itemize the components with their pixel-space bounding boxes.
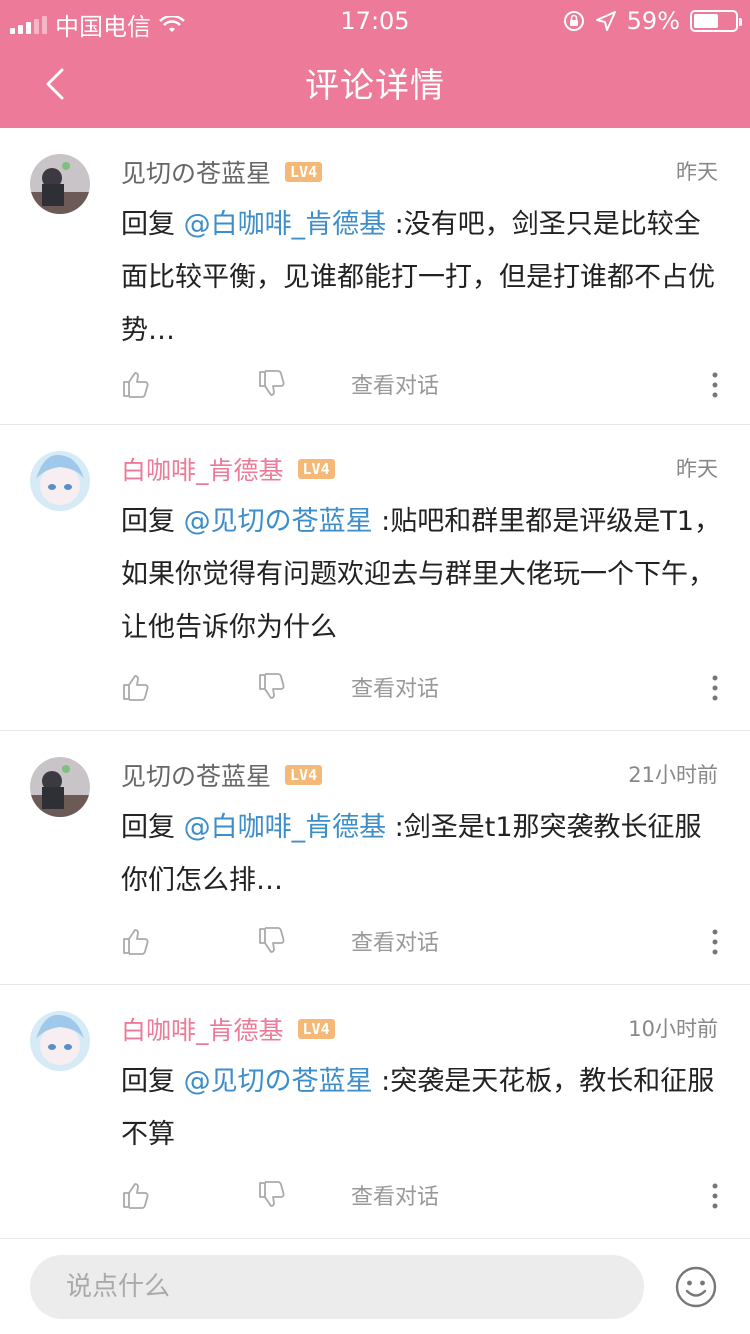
- comment-time: 昨天: [676, 160, 718, 184]
- user-row: 见切の苍蓝星 LV4: [121, 757, 323, 793]
- comment-time: 昨天: [676, 457, 718, 481]
- comment-list: 见切の苍蓝星 LV4 昨天 回复 @白咖啡_肯德基 :没有吧，剑圣只是比较全面比…: [0, 128, 750, 1239]
- view-dialog-button[interactable]: 查看对话: [351, 925, 439, 957]
- level-badge: LV4: [285, 765, 323, 785]
- user-row: 见切の苍蓝星 LV4: [121, 154, 323, 190]
- avatar[interactable]: [30, 757, 90, 817]
- comment-input[interactable]: [30, 1255, 644, 1319]
- comment-time: 21小时前: [628, 763, 718, 787]
- like-icon[interactable]: [121, 1180, 151, 1210]
- reply-prefix: 回复: [121, 1066, 184, 1097]
- comment-item: 白咖啡_肯德基 LV4 10小时前 回复 @见切の苍蓝星 :突袭是天花板，教长和…: [0, 985, 750, 1239]
- avatar[interactable]: [30, 154, 90, 214]
- level-badge: LV4: [297, 1019, 335, 1039]
- battery-icon: [690, 10, 742, 32]
- comment-text: 回复 @见切の苍蓝星 :突袭是天花板，教长和征服不算: [121, 1055, 721, 1161]
- status-bar: 中国电信 17:05 59%: [0, 0, 750, 41]
- comment-text: 回复 @白咖啡_肯德基 :剑圣是t1那突袭教长征服你们怎么排…: [121, 801, 721, 907]
- more-icon[interactable]: [710, 371, 720, 399]
- action-row: 查看对话: [121, 1175, 439, 1215]
- battery-level: [694, 14, 718, 28]
- app-header: 中国电信 17:05 59% 评论详情: [0, 0, 750, 128]
- battery-percent: 59%: [626, 7, 680, 35]
- username[interactable]: 白咖啡_肯德基: [121, 1011, 284, 1047]
- action-row: 查看对话: [121, 667, 439, 707]
- like-icon[interactable]: [121, 369, 151, 399]
- comment-text: 回复 @白咖啡_肯德基 :没有吧，剑圣只是比较全面比较平衡，见谁都能打一打，但是…: [121, 198, 721, 357]
- comment-item: 见切の苍蓝星 LV4 昨天 回复 @白咖啡_肯德基 :没有吧，剑圣只是比较全面比…: [0, 128, 750, 425]
- username[interactable]: 见切の苍蓝星: [121, 757, 271, 793]
- more-icon[interactable]: [710, 1182, 720, 1210]
- comment-item: 见切の苍蓝星 LV4 21小时前 回复 @白咖啡_肯德基 :剑圣是t1那突袭教长…: [0, 731, 750, 985]
- comment-input-bar: [0, 1238, 750, 1334]
- dislike-icon[interactable]: [257, 1180, 287, 1210]
- right-status-group: 59%: [563, 7, 742, 35]
- location-icon: [595, 11, 616, 31]
- user-row: 白咖啡_肯德基 LV4: [121, 451, 335, 487]
- mention-link[interactable]: @白咖啡_肯德基: [184, 209, 387, 240]
- view-dialog-button[interactable]: 查看对话: [351, 671, 439, 703]
- mention-link[interactable]: @见切の苍蓝星: [184, 506, 373, 537]
- reply-prefix: 回复: [121, 209, 184, 240]
- dislike-icon[interactable]: [257, 926, 287, 956]
- comment-item: 白咖啡_肯德基 LV4 昨天 回复 @见切の苍蓝星 :贴吧和群里都是评级是T1，…: [0, 425, 750, 731]
- more-icon[interactable]: [710, 674, 720, 702]
- action-row: 查看对话: [121, 921, 439, 961]
- dislike-icon[interactable]: [257, 672, 287, 702]
- comment-time: 10小时前: [628, 1017, 718, 1041]
- like-icon[interactable]: [121, 672, 151, 702]
- reply-prefix: 回复: [121, 506, 184, 537]
- reply-prefix: 回复: [121, 812, 184, 843]
- mention-link[interactable]: @见切の苍蓝星: [184, 1066, 373, 1097]
- dislike-icon[interactable]: [257, 369, 287, 399]
- rotation-lock-icon: [563, 11, 584, 31]
- more-icon[interactable]: [710, 928, 720, 956]
- avatar[interactable]: [30, 1011, 90, 1071]
- view-dialog-button[interactable]: 查看对话: [351, 368, 439, 400]
- avatar[interactable]: [30, 451, 90, 511]
- mention-link[interactable]: @白咖啡_肯德基: [184, 812, 387, 843]
- page-title: 评论详情: [305, 66, 445, 106]
- like-icon[interactable]: [121, 926, 151, 956]
- view-dialog-button[interactable]: 查看对话: [351, 1179, 439, 1211]
- smiley-icon[interactable]: [674, 1265, 718, 1309]
- username[interactable]: 见切の苍蓝星: [121, 154, 271, 190]
- user-row: 白咖啡_肯德基 LV4: [121, 1011, 335, 1047]
- level-badge: LV4: [297, 459, 335, 479]
- action-row: 查看对话: [121, 364, 439, 404]
- comment-text: 回复 @见切の苍蓝星 :贴吧和群里都是评级是T1，如果你觉得有问题欢迎去与群里大…: [121, 495, 721, 654]
- level-badge: LV4: [285, 162, 323, 182]
- username[interactable]: 白咖啡_肯德基: [121, 451, 284, 487]
